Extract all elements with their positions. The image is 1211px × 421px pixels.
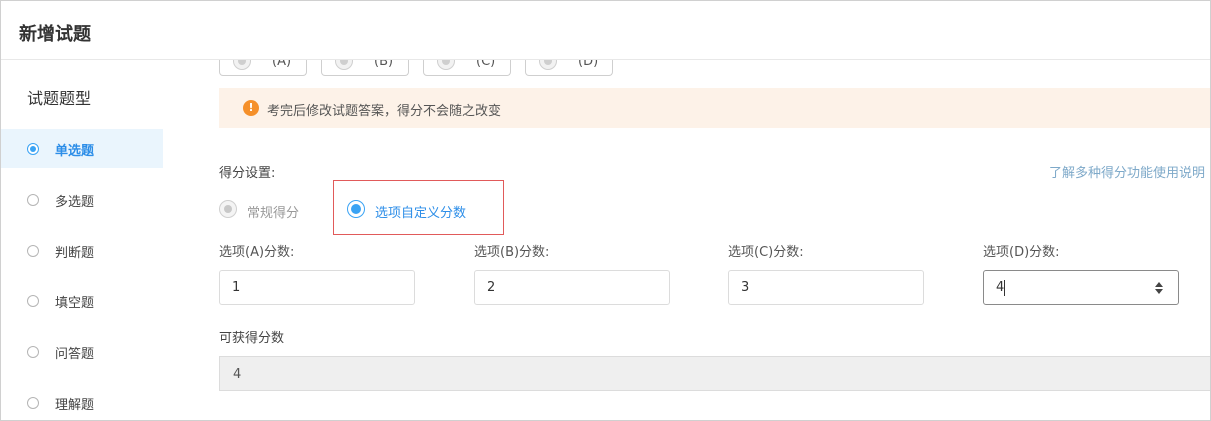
sidebar-item-label: 判断题 [55, 246, 95, 261]
exclamation-icon: ! [243, 100, 259, 116]
sidebar-item-single-choice[interactable]: 单选题 [1, 129, 163, 168]
option-d-score-input[interactable] [983, 270, 1179, 305]
radio-icon [27, 245, 39, 257]
total-score-value: 4 [233, 367, 242, 382]
option-b-score-label: 选项(B)分数: [474, 245, 550, 260]
normal-scoring-label[interactable]: 常规得分 [247, 202, 299, 221]
radio-icon [539, 60, 557, 70]
sidebar-item-essay[interactable]: 问答题 [1, 332, 163, 371]
option-a-score-input[interactable] [219, 270, 415, 305]
option-a-score-label: 选项(A)分数: [219, 245, 295, 260]
radio-custom-option-scoring[interactable] [347, 200, 365, 218]
answer-option-d[interactable]: (D) [525, 60, 613, 76]
sidebar-title: 试题题型 [27, 89, 92, 108]
custom-option-scoring-label[interactable]: 选项自定义分数 [375, 202, 466, 221]
radio-icon [27, 397, 39, 409]
option-c-score-input[interactable] [728, 270, 924, 305]
answer-option-label: (B) [374, 60, 394, 69]
radio-icon [335, 60, 353, 70]
total-score-label: 可获得分数 [219, 331, 285, 346]
sidebar-item-true-false[interactable]: 判断题 [1, 231, 163, 270]
number-spinner-icon[interactable] [1153, 280, 1165, 296]
sidebar-item-label: 问答题 [55, 347, 95, 362]
sidebar-item-label: 填空题 [55, 296, 95, 311]
spinner-down-icon[interactable] [1155, 289, 1163, 294]
total-score-field: 4 [219, 356, 1210, 391]
spinner-up-icon[interactable] [1155, 282, 1163, 287]
dialog-frame: 新增试题 试题题型 单选题 多选题 判断题 填空题 问答题 理解题 (A) (B… [0, 0, 1211, 421]
sidebar-item-comprehension[interactable]: 理解题 [1, 383, 163, 420]
answer-option-label: (C) [476, 60, 496, 69]
notice-banner: ! 考完后修改试题答案，得分不会随之改变 [219, 88, 1210, 128]
notice-text: 考完后修改试题答案，得分不会随之改变 [267, 104, 502, 119]
option-d-score-label: 选项(D)分数: [983, 245, 1060, 260]
dialog-title: 新增试题 [19, 24, 91, 45]
sidebar-item-fill-blank[interactable]: 填空题 [1, 281, 163, 320]
sidebar-item-multiple-choice[interactable]: 多选题 [1, 180, 163, 219]
option-b-score-input[interactable] [474, 270, 670, 305]
radio-icon [27, 295, 39, 307]
answer-option-c[interactable]: (C) [423, 60, 511, 76]
radio-icon [27, 194, 39, 206]
sidebar-item-label: 单选题 [55, 144, 95, 159]
radio-icon [27, 143, 39, 155]
radio-icon [233, 60, 251, 70]
sidebar-item-label: 理解题 [55, 398, 95, 413]
dialog-header: 新增试题 [1, 1, 1210, 60]
question-type-sidebar: 试题题型 单选题 多选题 判断题 填空题 问答题 理解题 [1, 60, 163, 420]
radio-normal-scoring[interactable] [219, 200, 237, 218]
score-settings-label: 得分设置: [219, 166, 276, 181]
scoring-help-link[interactable]: 了解多种得分功能使用说明 [1049, 162, 1205, 181]
answer-option-label: (A) [272, 60, 292, 69]
answer-option-b[interactable]: (B) [321, 60, 409, 76]
radio-icon [27, 346, 39, 358]
radio-icon [437, 60, 455, 70]
answer-option-label: (D) [578, 60, 599, 69]
sidebar-item-label: 多选题 [55, 195, 95, 210]
text-caret [1004, 280, 1005, 296]
answer-option-a[interactable]: (A) [219, 60, 307, 76]
option-c-score-label: 选项(C)分数: [728, 245, 804, 260]
